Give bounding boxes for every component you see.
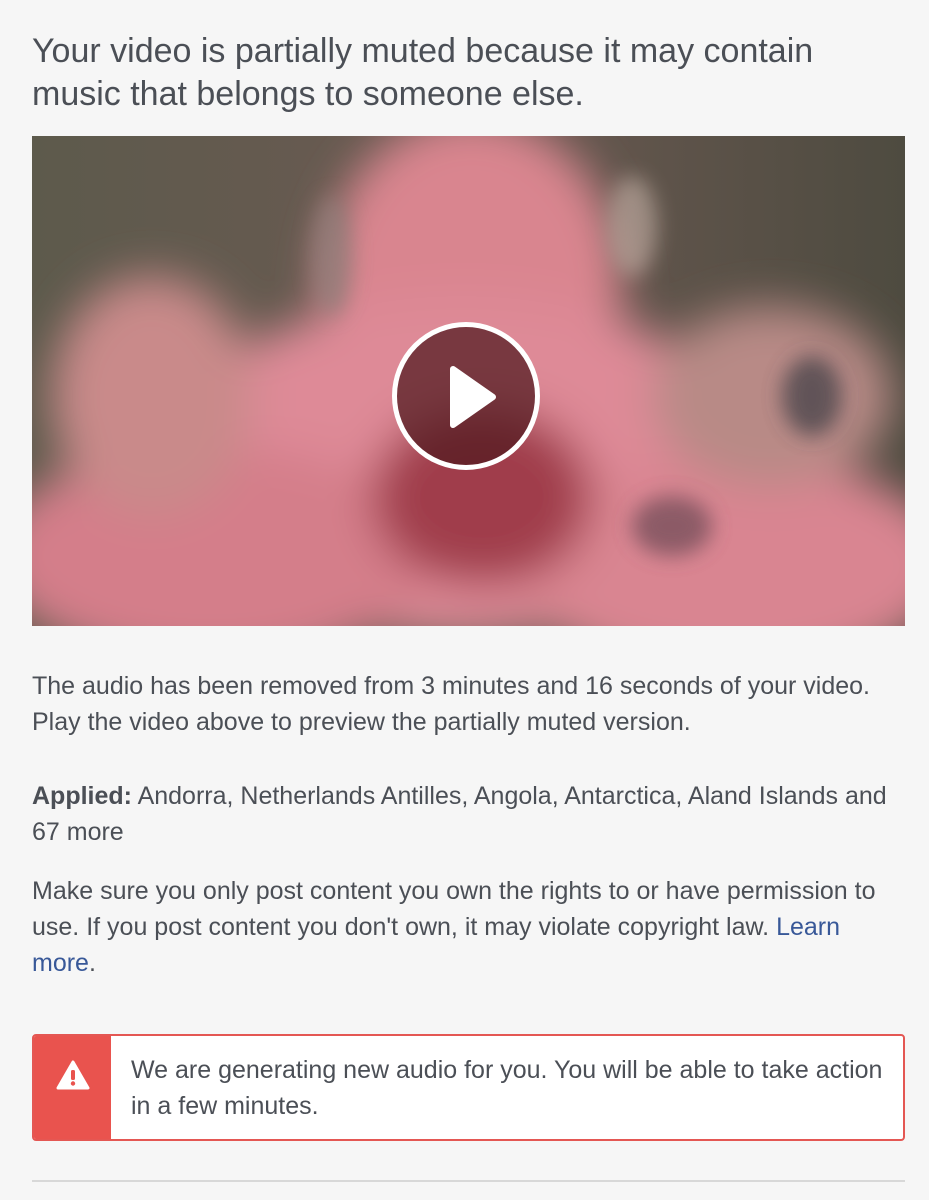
- muted-info-text: The audio has been removed from 3 minute…: [32, 672, 871, 736]
- alert-stripe: [34, 1036, 111, 1139]
- play-button[interactable]: [392, 322, 540, 470]
- divider: [32, 1180, 905, 1182]
- audio-generation-alert: We are generating new audio for you. You…: [32, 1034, 905, 1141]
- applied-regions-list: Andorra, Netherlands Antilles, Angola, A…: [32, 782, 887, 846]
- video-preview[interactable]: [32, 136, 905, 626]
- applied-regions: Applied: Andorra, Netherlands Antilles, …: [32, 778, 905, 850]
- page-title: Your video is partially muted because it…: [32, 32, 814, 113]
- applied-label: Applied:: [32, 782, 132, 810]
- alert-message: We are generating new audio for you. You…: [131, 1056, 883, 1120]
- rights-notice-period: .: [88, 949, 96, 977]
- rights-notice-text: Make sure you only post content you own …: [32, 877, 876, 941]
- rights-notice: Make sure you only post content you own …: [32, 873, 905, 981]
